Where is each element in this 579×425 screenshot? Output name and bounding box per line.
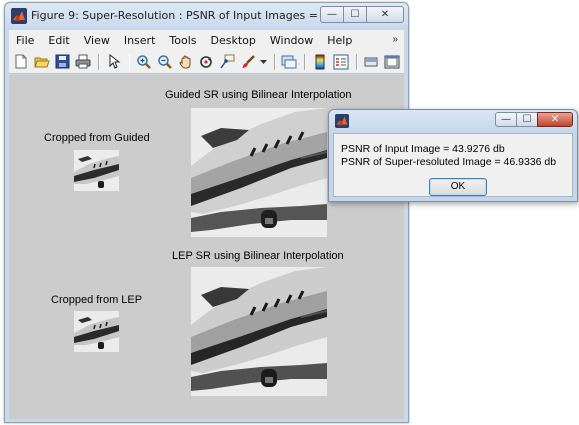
legend-icon[interactable] bbox=[332, 53, 350, 71]
toolbar-separator bbox=[273, 53, 276, 70]
print-icon[interactable] bbox=[74, 53, 92, 71]
menu-file[interactable]: File bbox=[9, 34, 41, 47]
zoom-out-icon[interactable] bbox=[156, 53, 174, 71]
menu-tools[interactable]: Tools bbox=[162, 34, 203, 47]
zoom-in-icon[interactable] bbox=[135, 53, 153, 71]
guided-sr-title: Guided SR using Bilinear Interpolation bbox=[165, 89, 352, 101]
toolbar-separator bbox=[128, 53, 131, 70]
menu-window[interactable]: Window bbox=[263, 34, 320, 47]
psnr-message-dialog: — ☐ ✕ PSNR of Input Image = 43.9276 db P… bbox=[328, 109, 578, 202]
pointer-icon[interactable] bbox=[105, 53, 123, 71]
menu-bar: File Edit View Insert Tools Desktop Wind… bbox=[9, 30, 404, 51]
figure-window: Figure 9: Super-Resolution : PSNR of Inp… bbox=[4, 2, 409, 423]
minimize-button[interactable]: — bbox=[320, 6, 344, 23]
show-plot-tools-icon[interactable] bbox=[383, 53, 401, 71]
rotate-3d-icon[interactable] bbox=[198, 53, 216, 71]
cropped-lep-title: Cropped from LEP bbox=[51, 294, 143, 306]
title-bar[interactable]: Figure 9: Super-Resolution : PSNR of Inp… bbox=[5, 3, 408, 29]
data-cursor-icon[interactable] bbox=[218, 53, 236, 71]
toolbar bbox=[9, 50, 404, 74]
close-button[interactable]: ✕ bbox=[366, 6, 404, 23]
dialog-maximize-button[interactable]: ☐ bbox=[516, 112, 538, 127]
maximize-button[interactable]: ☐ bbox=[343, 6, 367, 23]
window-title: Figure 9: Super-Resolution : PSNR of Inp… bbox=[31, 9, 321, 22]
dialog-body: PSNR of Input Image = 43.9276 db PSNR of… bbox=[333, 133, 573, 197]
toolbar-separator bbox=[304, 53, 307, 70]
open-file-icon[interactable] bbox=[33, 53, 51, 71]
window-controls: — ☐ ✕ bbox=[320, 6, 404, 24]
pan-icon[interactable] bbox=[177, 53, 195, 71]
cropped-guided-image bbox=[74, 150, 119, 191]
menu-help[interactable]: Help bbox=[320, 34, 359, 47]
brush-dropdown-icon[interactable] bbox=[260, 53, 268, 71]
menu-overflow-icon[interactable]: » bbox=[392, 34, 398, 45]
guided-sr-image bbox=[191, 108, 327, 237]
menu-desktop[interactable]: Desktop bbox=[204, 34, 263, 47]
matlab-icon bbox=[335, 114, 349, 128]
dialog-close-button[interactable]: ✕ bbox=[537, 112, 573, 127]
menu-edit[interactable]: Edit bbox=[41, 34, 76, 47]
colorbar-icon[interactable] bbox=[311, 53, 329, 71]
hide-plot-tools-icon[interactable] bbox=[363, 53, 381, 71]
toolbar-separator bbox=[97, 53, 100, 70]
lep-sr-image bbox=[191, 267, 327, 396]
ok-button[interactable]: OK bbox=[429, 178, 487, 196]
dialog-minimize-button[interactable]: — bbox=[495, 112, 517, 127]
save-icon[interactable] bbox=[53, 53, 71, 71]
psnr-input-text: PSNR of Input Image = 43.9276 db bbox=[341, 143, 505, 155]
cropped-lep-image bbox=[74, 311, 119, 352]
lep-sr-title: LEP SR using Bilinear Interpolation bbox=[172, 250, 344, 262]
matlab-icon bbox=[11, 8, 27, 24]
menu-insert[interactable]: Insert bbox=[117, 34, 163, 47]
link-plot-icon[interactable] bbox=[281, 53, 299, 71]
new-figure-icon[interactable] bbox=[12, 53, 30, 71]
psnr-super-resoluted-text: PSNR of Super-resoluted Image = 46.9336 … bbox=[341, 156, 557, 168]
dialog-title-bar[interactable]: — ☐ ✕ bbox=[329, 110, 577, 132]
menu-view[interactable]: View bbox=[77, 34, 117, 47]
toolbar-separator bbox=[355, 53, 358, 70]
cropped-guided-title: Cropped from Guided bbox=[44, 132, 150, 144]
dialog-window-controls: — ☐ ✕ bbox=[495, 112, 573, 127]
brush-icon[interactable] bbox=[239, 53, 257, 71]
